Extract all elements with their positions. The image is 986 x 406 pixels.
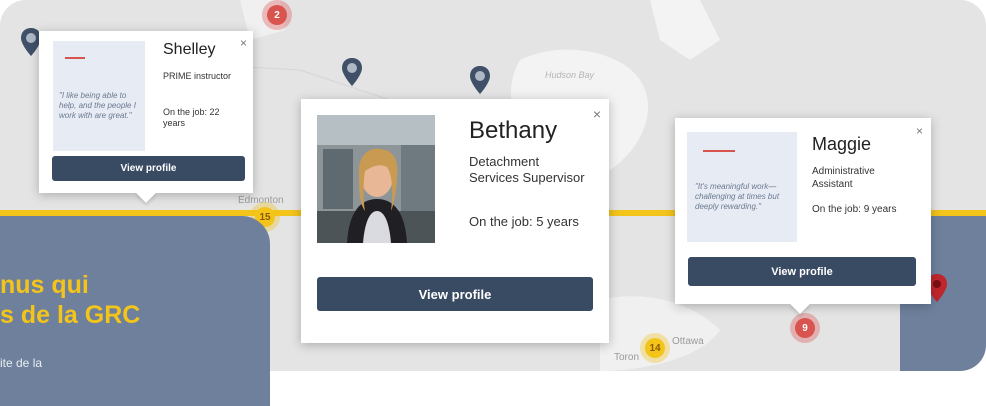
intro-subtitle: ite de la xyxy=(0,356,43,370)
profile-role: Detachment Services Supervisor xyxy=(469,154,585,186)
quote-box: "It's meaningful work—challenging at tim… xyxy=(687,132,797,242)
profile-tenure: On the job: 22 years xyxy=(163,107,220,129)
intro-title-line-2: s de la GRC xyxy=(0,301,141,329)
profile-name: Bethany xyxy=(469,117,558,144)
profile-role: Administrative Assistant xyxy=(812,166,875,190)
intro-title: nus qui s de la GRC xyxy=(0,270,140,330)
view-profile-button[interactable]: View profile xyxy=(317,277,593,311)
quote-box: "I like being able to help, and the peop… xyxy=(53,41,145,151)
map-label-hudson-bay: Hudson Bay xyxy=(545,70,595,80)
quote-text: "I like being able to help, and the peop… xyxy=(59,91,136,120)
profile-name: Shelley xyxy=(163,41,216,58)
profile-card-bethany: × Bethany Detachment Services Supervisor… xyxy=(301,99,609,343)
profile-photo xyxy=(317,115,435,243)
close-icon[interactable]: × xyxy=(593,107,601,121)
profile-role: PRIME instructor xyxy=(163,71,232,81)
view-profile-button[interactable]: View profile xyxy=(688,257,916,286)
map-pin-icon[interactable] xyxy=(341,57,363,87)
profile-card-maggie: × "It's meaningful work—challenging at t… xyxy=(675,118,931,314)
map-label-toronto: Toron xyxy=(614,352,640,363)
view-profile-button[interactable]: View profile xyxy=(52,156,245,181)
map-pin-icon[interactable] xyxy=(469,65,491,95)
accent-dash xyxy=(703,150,735,152)
quote-text: "It's meaningful work—challenging at tim… xyxy=(695,182,780,211)
cluster-marker-east[interactable]: 9 xyxy=(795,318,815,338)
intro-title-line-1: nus qui xyxy=(0,271,89,299)
cluster-marker-ottawa[interactable]: 14 xyxy=(645,338,665,358)
accent-dash xyxy=(65,57,85,59)
close-icon[interactable]: × xyxy=(240,37,247,49)
profile-name: Maggie xyxy=(812,134,872,154)
profile-card-shelley: × "I like being able to help, and the pe… xyxy=(39,31,253,203)
map-label-edmonton: Edmonton xyxy=(238,195,284,206)
profile-tenure: On the job: 9 years xyxy=(812,204,897,215)
profile-tenure: On the job: 5 years xyxy=(469,214,579,229)
cluster-marker-north[interactable]: 2 xyxy=(267,5,287,25)
map-label-ottawa: Ottawa xyxy=(672,336,704,347)
close-icon[interactable]: × xyxy=(916,125,923,137)
